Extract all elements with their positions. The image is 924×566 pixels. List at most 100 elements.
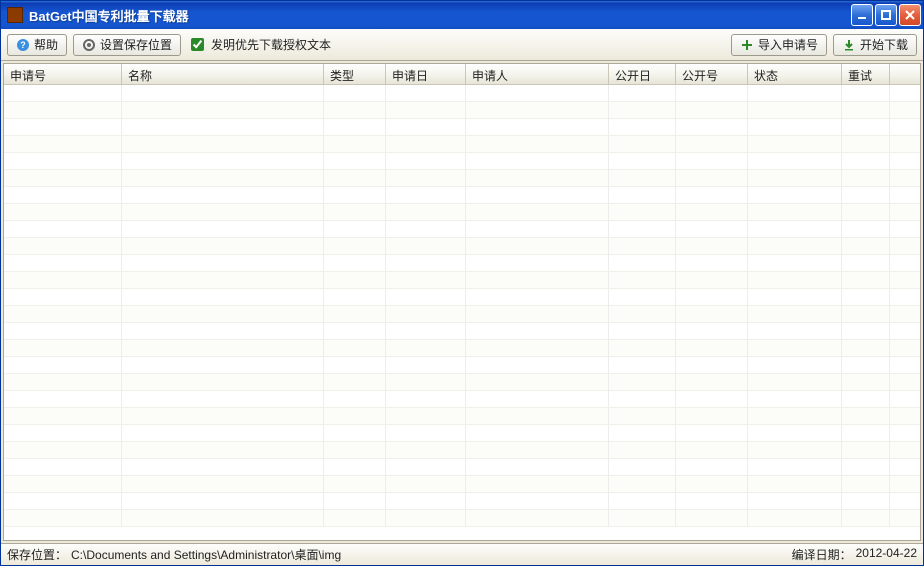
table-row[interactable] [4, 408, 920, 425]
table-cell [748, 119, 842, 135]
table-row[interactable] [4, 221, 920, 238]
table-row[interactable] [4, 136, 920, 153]
priority-checkbox-wrap[interactable]: 发明优先下载授权文本 [187, 35, 331, 54]
table-cell [676, 238, 748, 254]
table-cell [748, 187, 842, 203]
table-cell [842, 187, 890, 203]
table-cell [122, 357, 324, 373]
column-header-publication-no[interactable]: 公开号 [676, 64, 748, 84]
grid-header: 申请号 名称 类型 申请日 申请人 公开日 公开号 状态 重试 [4, 64, 920, 85]
table-cell [122, 204, 324, 220]
close-button[interactable] [899, 4, 921, 26]
table-cell [676, 289, 748, 305]
table-row[interactable] [4, 238, 920, 255]
table-cell [122, 119, 324, 135]
table-row[interactable] [4, 323, 920, 340]
table-cell [676, 340, 748, 356]
table-cell [324, 153, 386, 169]
table-cell [122, 187, 324, 203]
table-cell [324, 323, 386, 339]
table-cell [676, 391, 748, 407]
table-cell [842, 323, 890, 339]
table-cell [466, 459, 609, 475]
table-cell [122, 153, 324, 169]
table-cell [676, 323, 748, 339]
table-cell [748, 272, 842, 288]
import-ids-button[interactable]: 导入申请号 [731, 34, 827, 56]
table-row[interactable] [4, 357, 920, 374]
column-header-type[interactable]: 类型 [324, 64, 386, 84]
table-row[interactable] [4, 204, 920, 221]
table-cell [324, 306, 386, 322]
column-header-publication-date[interactable]: 公开日 [609, 64, 676, 84]
table-cell [609, 493, 676, 509]
table-cell [466, 204, 609, 220]
table-row[interactable] [4, 510, 920, 527]
table-cell [122, 289, 324, 305]
table-row[interactable] [4, 272, 920, 289]
column-header-name[interactable]: 名称 [122, 64, 324, 84]
table-cell [609, 476, 676, 492]
table-row[interactable] [4, 102, 920, 119]
table-cell [386, 272, 466, 288]
set-save-path-button[interactable]: 设置保存位置 [73, 34, 181, 56]
table-cell [748, 374, 842, 390]
grid-body[interactable] [4, 85, 920, 540]
maximize-button[interactable] [875, 4, 897, 26]
table-row[interactable] [4, 374, 920, 391]
window-controls [851, 4, 921, 26]
column-header-application-date[interactable]: 申请日 [386, 64, 466, 84]
table-cell [122, 442, 324, 458]
table-row[interactable] [4, 306, 920, 323]
table-cell [748, 255, 842, 271]
table-cell [386, 391, 466, 407]
table-cell [748, 102, 842, 118]
table-cell [324, 442, 386, 458]
table-cell [4, 374, 122, 390]
table-cell [676, 272, 748, 288]
table-cell [842, 459, 890, 475]
table-cell [386, 476, 466, 492]
import-ids-label: 导入申请号 [758, 36, 818, 53]
titlebar[interactable]: BatGet中国专利批量下载器 [1, 1, 923, 29]
table-cell [609, 391, 676, 407]
table-row[interactable] [4, 340, 920, 357]
table-cell [676, 255, 748, 271]
table-cell [324, 272, 386, 288]
table-cell [122, 306, 324, 322]
start-download-button[interactable]: 开始下载 [833, 34, 917, 56]
table-cell [748, 459, 842, 475]
table-cell [4, 510, 122, 526]
table-row[interactable] [4, 493, 920, 510]
table-row[interactable] [4, 459, 920, 476]
table-row[interactable] [4, 255, 920, 272]
table-row[interactable] [4, 442, 920, 459]
table-row[interactable] [4, 289, 920, 306]
table-cell [609, 323, 676, 339]
table-row[interactable] [4, 85, 920, 102]
table-cell [676, 119, 748, 135]
table-cell [324, 374, 386, 390]
priority-checkbox[interactable] [191, 38, 204, 51]
table-cell [386, 238, 466, 254]
table-row[interactable] [4, 476, 920, 493]
minimize-button[interactable] [851, 4, 873, 26]
table-row[interactable] [4, 391, 920, 408]
table-cell [386, 323, 466, 339]
table-cell [842, 272, 890, 288]
table-cell [609, 187, 676, 203]
column-header-application-no[interactable]: 申请号 [4, 64, 122, 84]
table-cell [466, 425, 609, 441]
table-cell [466, 442, 609, 458]
help-button[interactable]: ? 帮助 [7, 34, 67, 56]
column-header-applicant[interactable]: 申请人 [466, 64, 609, 84]
table-row[interactable] [4, 153, 920, 170]
column-header-retry[interactable]: 重试 [842, 64, 890, 84]
table-row[interactable] [4, 187, 920, 204]
table-row[interactable] [4, 119, 920, 136]
column-header-status[interactable]: 状态 [748, 64, 842, 84]
table-row[interactable] [4, 425, 920, 442]
table-cell [842, 510, 890, 526]
table-cell [466, 136, 609, 152]
table-row[interactable] [4, 170, 920, 187]
